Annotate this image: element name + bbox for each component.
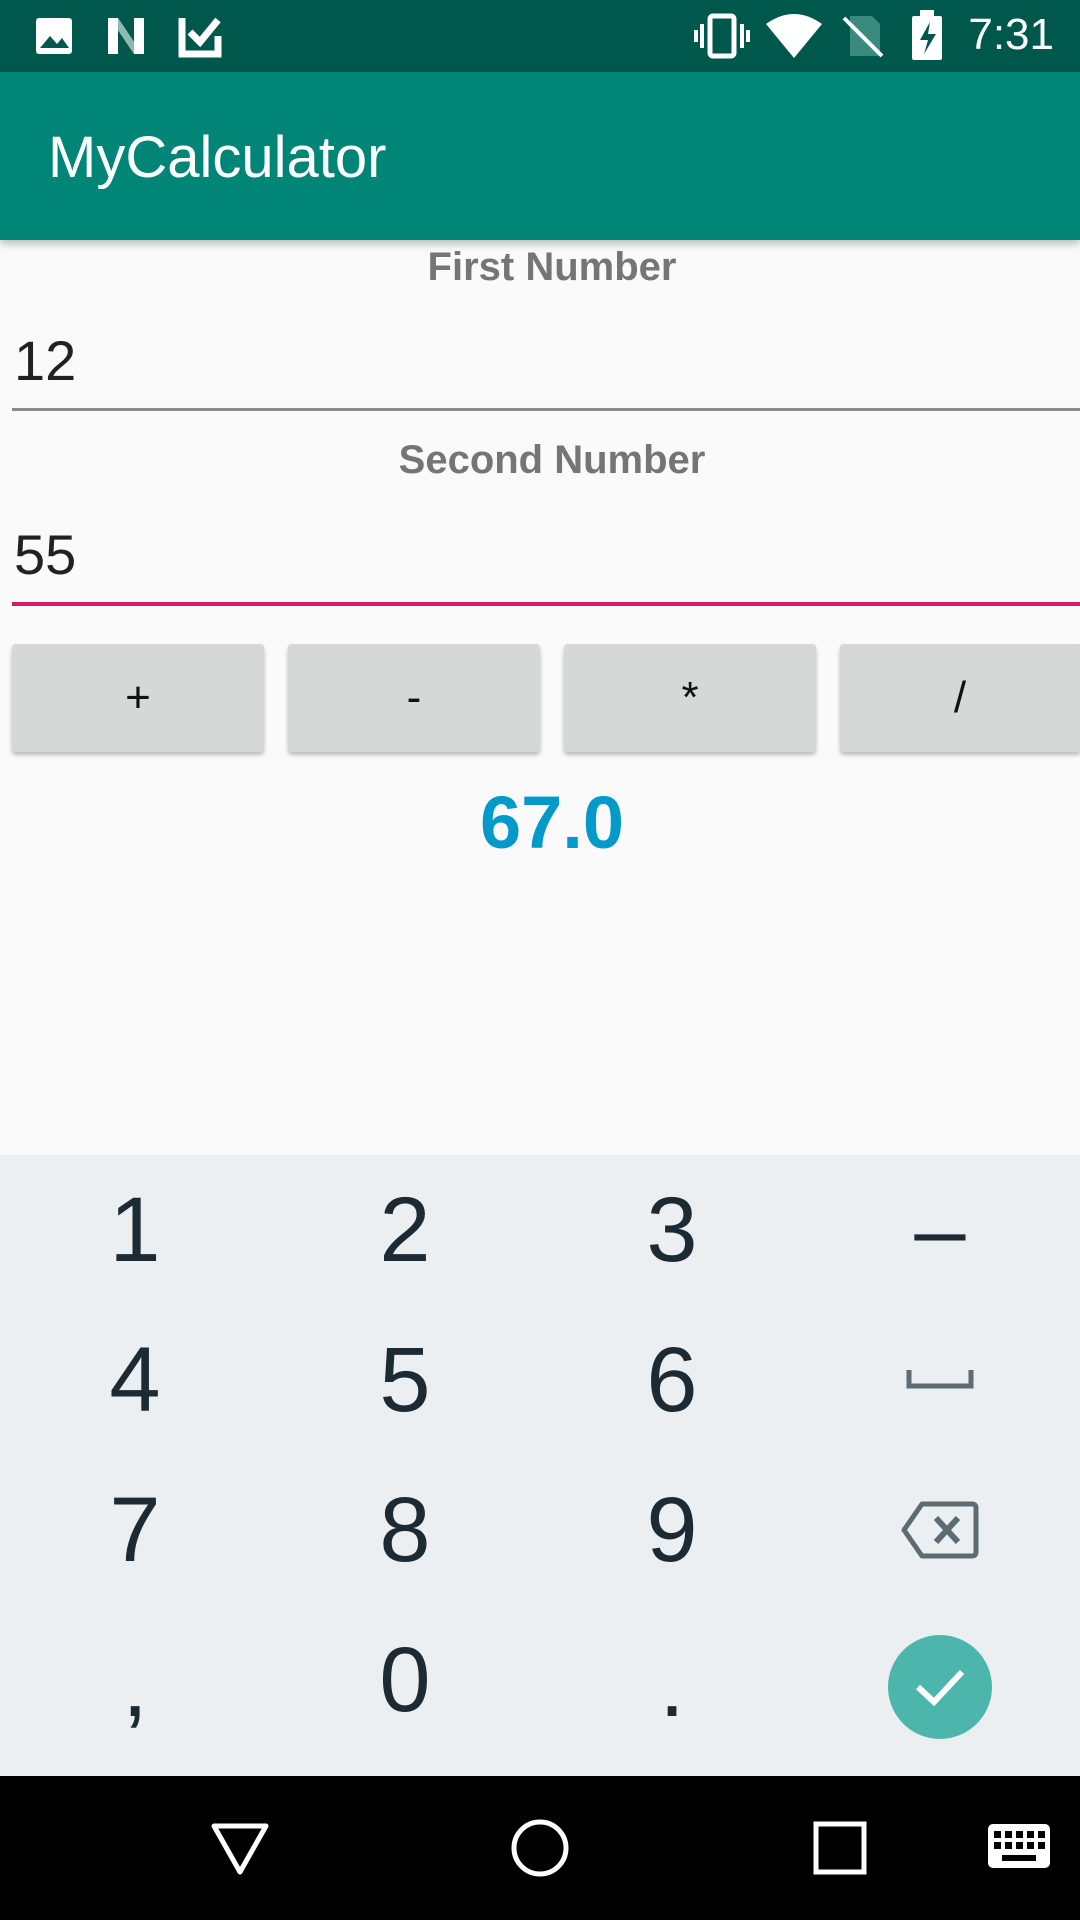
key-done[interactable] — [888, 1635, 992, 1739]
recents-icon[interactable] — [812, 1820, 868, 1881]
key-4[interactable]: 4 — [0, 1305, 270, 1455]
app-title: MyCalculator — [48, 125, 387, 190]
key-backspace[interactable] — [805, 1455, 1075, 1605]
result-text: 67.0 — [479, 781, 625, 864]
no-sim-icon — [838, 12, 888, 65]
navigation-bar — [0, 1776, 1080, 1920]
second-number-field[interactable]: 55 — [12, 512, 1080, 606]
backspace-icon — [901, 1501, 979, 1559]
second-number-value: 55 — [14, 523, 77, 586]
status-time: 7:31 — [968, 10, 1054, 59]
n-logo-icon — [104, 14, 148, 63]
keyboard-icon[interactable] — [986, 1822, 1052, 1875]
key-7[interactable]: 7 — [0, 1455, 270, 1605]
multiply-button[interactable]: * — [564, 644, 816, 752]
done-check-icon — [915, 1669, 965, 1707]
key-9[interactable]: 9 — [537, 1455, 807, 1605]
key-5[interactable]: 5 — [270, 1305, 540, 1455]
key-minus[interactable]: – — [805, 1155, 1075, 1305]
home-icon[interactable] — [508, 1816, 572, 1885]
key-1[interactable]: 1 — [0, 1155, 270, 1305]
first-number-field[interactable]: 12 — [12, 318, 1080, 411]
wifi-icon — [764, 12, 824, 65]
add-button[interactable]: + — [12, 644, 264, 752]
second-number-label: Second Number — [398, 438, 706, 482]
key-comma[interactable]: , — [0, 1610, 270, 1760]
divide-button[interactable]: / — [840, 644, 1080, 752]
vibrate-icon — [692, 12, 752, 65]
key-space[interactable] — [805, 1305, 1075, 1455]
key-period[interactable]: . — [537, 1610, 807, 1760]
key-6[interactable]: 6 — [537, 1305, 807, 1455]
key-3[interactable]: 3 — [537, 1155, 807, 1305]
first-number-label: First Number — [427, 245, 677, 289]
numeric-keyboard: 1 2 3 – 4 5 6 7 8 9 , 0 . — [0, 1155, 1080, 1776]
subtract-button[interactable]: - — [288, 644, 540, 752]
back-icon[interactable] — [208, 1816, 272, 1885]
task-check-icon — [178, 14, 222, 63]
first-number-value: 12 — [14, 329, 77, 392]
key-0[interactable]: 0 — [270, 1605, 540, 1755]
status-bar: 7:31 — [0, 0, 1080, 72]
app-bar: MyCalculator — [0, 72, 1080, 240]
space-icon — [906, 1370, 974, 1389]
image-icon — [34, 16, 74, 61]
key-8[interactable]: 8 — [270, 1455, 540, 1605]
key-2[interactable]: 2 — [270, 1155, 540, 1305]
battery-charging-icon — [910, 10, 944, 67]
